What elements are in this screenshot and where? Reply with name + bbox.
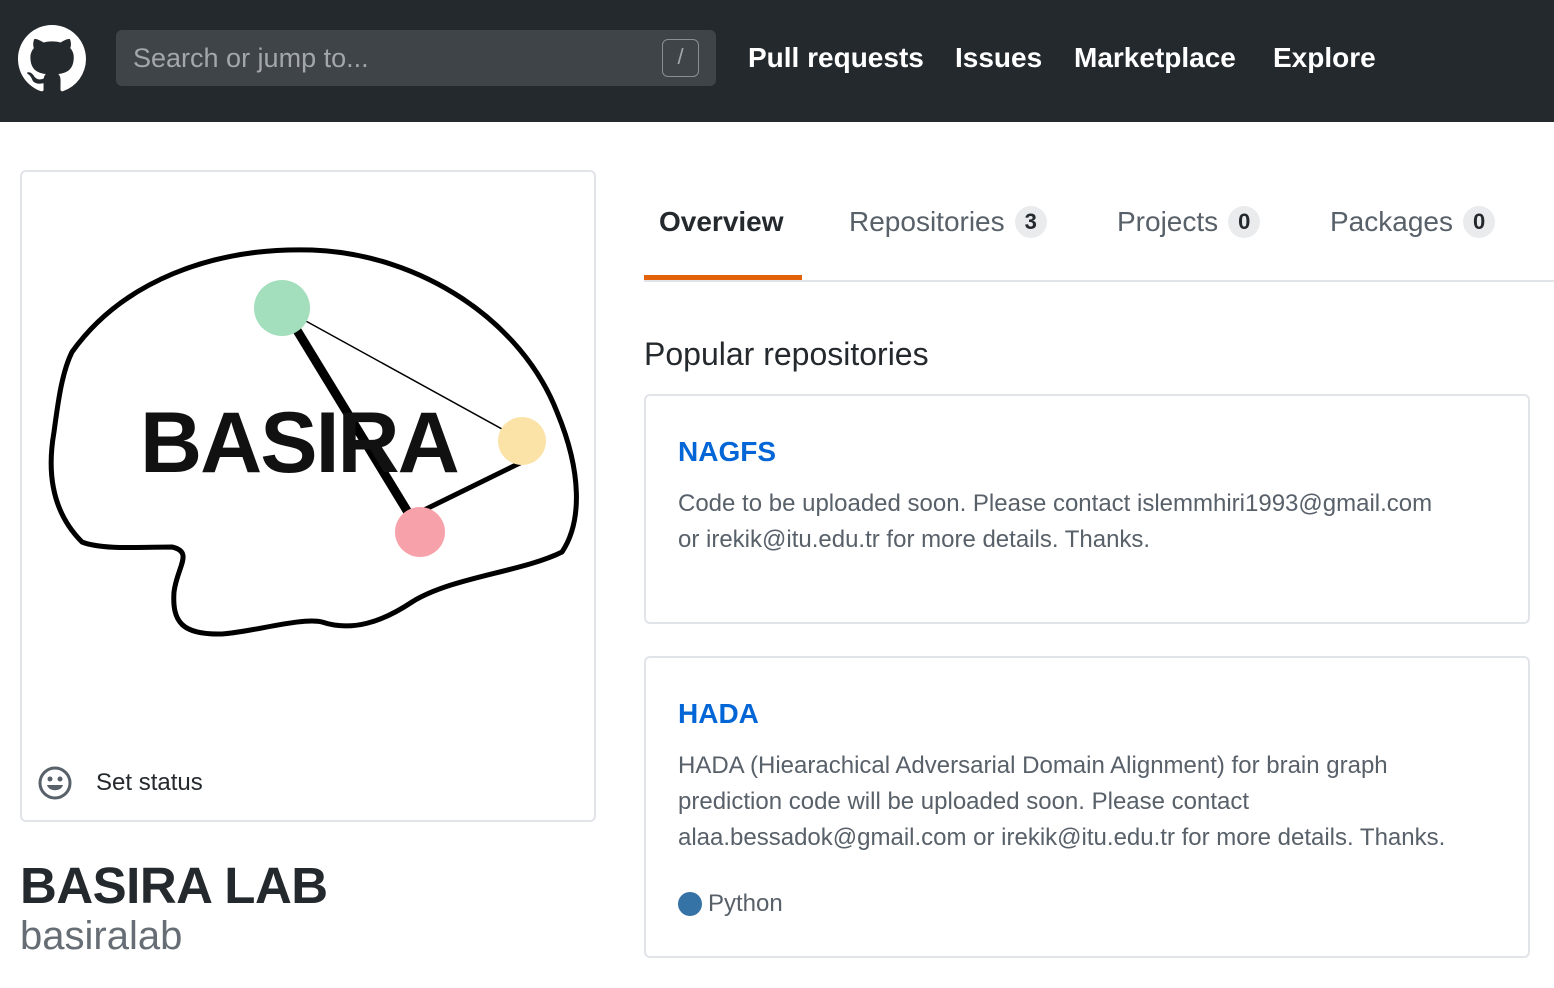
search-shortcut-key: / [662, 39, 699, 77]
tab-projects[interactable]: Projects 0 [1117, 206, 1261, 238]
node-pink [395, 507, 445, 557]
nav-issues[interactable]: Issues [955, 42, 1042, 74]
node-yellow [498, 417, 546, 465]
repo-description-line: or irekik@itu.edu.tr for more details. T… [678, 526, 1151, 553]
repo-card: NAGFS Code to be uploaded soon. Please c… [644, 394, 1530, 624]
repo-description: HADA (Hiearachical Adversarial Domain Al… [678, 748, 1498, 856]
top-header: Search or jump to... / Pull requests Iss… [0, 0, 1554, 122]
avatar-text: BASIRA [140, 395, 458, 491]
profile-username: basiralab [20, 914, 183, 958]
avatar-card[interactable]: BASIRA Set status [20, 170, 596, 822]
popular-repositories-heading: Popular repositories [644, 336, 929, 372]
tab-packages[interactable]: Packages 0 [1330, 206, 1496, 238]
repo-name-link[interactable]: HADA [678, 698, 759, 730]
tab-label: Packages [1330, 206, 1453, 237]
github-logo-icon[interactable] [18, 25, 86, 93]
repo-description-line: prediction code will be uploaded soon. P… [678, 788, 1250, 815]
repo-description-line: HADA (Hiearachical Adversarial Domain Al… [678, 752, 1388, 779]
search-input[interactable]: Search or jump to... / [116, 30, 716, 86]
avatar: BASIRA [48, 247, 579, 637]
repo-description: Code to be uploaded soon. Please contact… [678, 486, 1498, 558]
tab-counter: 0 [1228, 206, 1261, 238]
repo-card: HADA HADA (Hiearachical Adversarial Doma… [644, 656, 1530, 958]
search-placeholder: Search or jump to... [133, 43, 369, 73]
repo-language: Python [678, 890, 783, 918]
repo-description-line: Code to be uploaded soon. Please contact… [678, 490, 1433, 517]
nav-explore[interactable]: Explore [1273, 42, 1376, 74]
nav-marketplace[interactable]: Marketplace [1074, 42, 1236, 74]
tab-repositories[interactable]: Repositories 3 [849, 206, 1047, 238]
nav-pull-requests[interactable]: Pull requests [748, 42, 924, 74]
profile-tabs: Overview Repositories 3 Projects 0 Packa… [644, 170, 1554, 282]
repo-description-line: alaa.bessadok@gmail.com or irekik@itu.ed… [678, 824, 1446, 851]
repo-name-link[interactable]: NAGFS [678, 436, 776, 468]
set-status-button[interactable]: Set status [38, 766, 203, 800]
selected-tab-underline [644, 275, 802, 280]
node-green [254, 280, 310, 336]
tab-label: Projects [1117, 206, 1219, 237]
tab-label: Overview [659, 206, 784, 237]
profile-full-name: BASIRA LAB [20, 857, 328, 914]
language-color-dot [678, 892, 702, 916]
tab-counter: 3 [1014, 206, 1047, 238]
smiley-icon [38, 766, 72, 800]
tab-label: Repositories [849, 206, 1005, 237]
tab-counter: 0 [1462, 206, 1496, 238]
language-label: Python [708, 890, 783, 917]
tab-overview[interactable]: Overview [659, 206, 784, 238]
set-status-label: Set status [96, 769, 203, 796]
